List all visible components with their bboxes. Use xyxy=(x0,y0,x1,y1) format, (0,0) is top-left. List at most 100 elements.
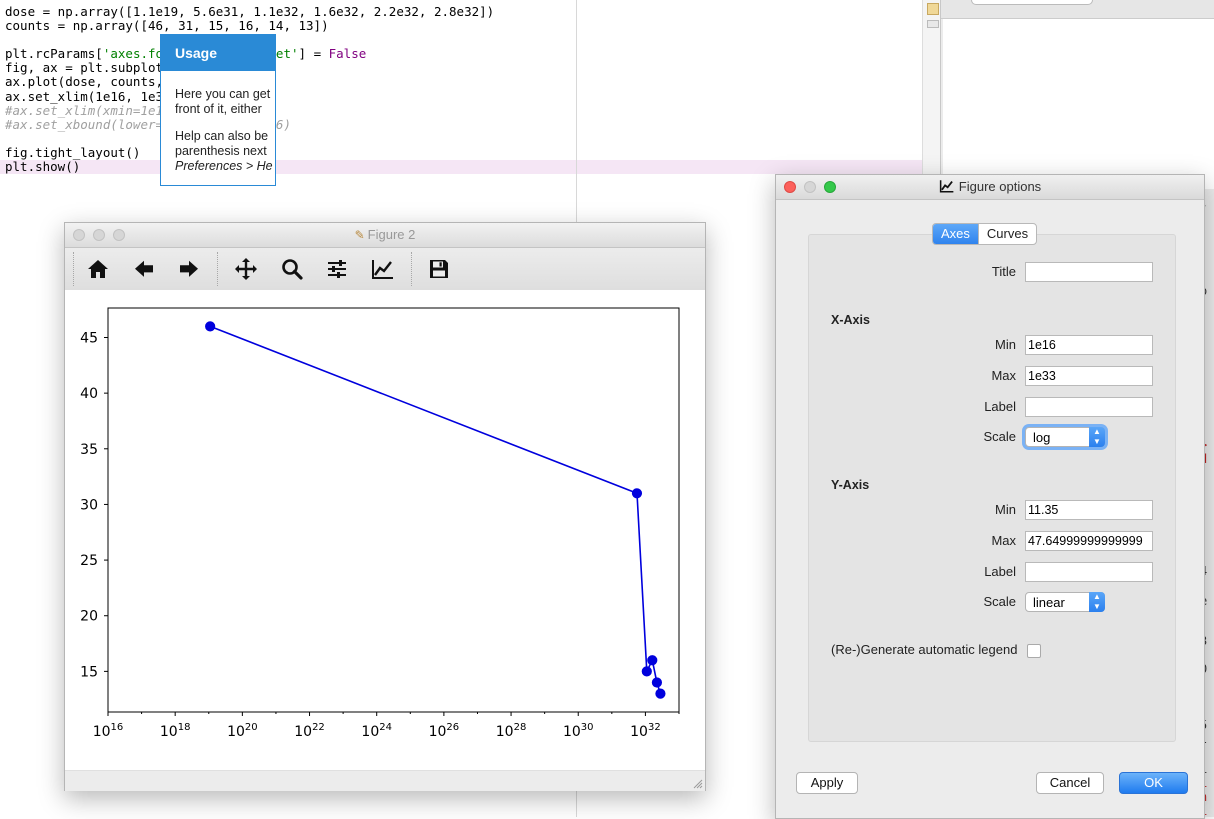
usage-text-line: Help can also be xyxy=(175,129,269,143)
y-label-label: Label xyxy=(984,564,1016,579)
home-icon xyxy=(88,260,108,278)
code-line[interactable]: ax.plot(dose, counts, 'ob-') xyxy=(5,75,922,89)
resize-grip-icon[interactable] xyxy=(693,779,703,789)
plot-canvas[interactable]: 1016 1018 1020 1022 1024 1026 1028 1030 1032 15 20… xyxy=(65,290,705,770)
y-scale-value: linear xyxy=(1033,595,1065,610)
y-label-field[interactable] xyxy=(1025,562,1153,582)
x-min-field[interactable]: 1e16 xyxy=(1025,335,1153,355)
subplots-button[interactable] xyxy=(322,255,352,283)
x-tick-label: 1018 xyxy=(160,722,191,740)
code-line[interactable] xyxy=(5,33,922,47)
save-button[interactable] xyxy=(424,255,454,283)
data-point xyxy=(205,321,216,332)
plot-frame xyxy=(107,307,680,713)
python-app-icon: ✎ xyxy=(354,228,365,242)
dialog-title-bar[interactable]: Figure options xyxy=(776,175,1204,200)
cancel-button[interactable]: Cancel xyxy=(1036,772,1104,794)
help-pane-source-dropdown[interactable] xyxy=(971,0,1093,5)
y-tick-label: 15 xyxy=(80,664,98,680)
x-max-field[interactable]: 1e33 xyxy=(1025,366,1153,386)
apply-button[interactable]: Apply xyxy=(796,772,858,794)
code-line[interactable]: counts = np.array([46, 31, 15, 16, 14, 1… xyxy=(5,18,922,33)
edit-axis-button[interactable] xyxy=(368,255,398,283)
code-line[interactable]: #ax.set_xlim(xmin=1e16, xmax=1e36) xyxy=(5,103,922,118)
code-line[interactable]: fig.tight_layout() xyxy=(5,145,922,160)
y-axis-heading: Y-Axis xyxy=(831,478,870,492)
y-min-field[interactable]: 11.35 xyxy=(1025,500,1153,520)
x-scale-value: log xyxy=(1033,430,1051,445)
home-button[interactable] xyxy=(83,255,113,283)
figure-title: Figure 2 xyxy=(367,227,416,242)
x-tick-label: 1028 xyxy=(496,722,527,740)
figure-status-bar xyxy=(65,770,705,791)
code-line[interactable]: fig, ax = plt.subplots() xyxy=(5,61,922,75)
y-tick-label: 30 xyxy=(80,497,98,513)
x-tick-label: 1032 xyxy=(630,722,661,740)
navigation-toolbar xyxy=(65,248,705,291)
data-point xyxy=(641,666,652,677)
code-line[interactable]: plt.rcParams['axes.formatter.useoffset']… xyxy=(5,47,922,61)
code-line[interactable]: plt.show() xyxy=(0,159,922,175)
magnifier-icon xyxy=(282,259,303,280)
legend-label: (Re-)Generate automatic legend xyxy=(831,642,1018,657)
x-tick-label: 1026 xyxy=(429,722,460,740)
data-point xyxy=(631,488,643,499)
x-max-label: Max xyxy=(991,368,1016,383)
x-tick-label: 1016 xyxy=(93,722,124,740)
toolbar-separator xyxy=(411,252,412,286)
move-icon xyxy=(235,258,257,280)
dialog-title: Figure options xyxy=(958,179,1042,194)
x-label-field[interactable] xyxy=(1025,397,1153,417)
y-tick-label: 40 xyxy=(80,386,98,402)
warning-marker-icon xyxy=(927,3,939,15)
figure-window[interactable]: ✎ Figure 2 1016 1018 1020 1022 1024 1026… xyxy=(64,222,706,791)
x-scale-label: Scale xyxy=(983,429,1016,444)
y-max-field[interactable]: 47.64999999999999 xyxy=(1025,531,1153,551)
line-chart-icon xyxy=(372,260,393,279)
figure-title-bar[interactable]: ✎ Figure 2 xyxy=(65,223,705,248)
y-tick-label: 25 xyxy=(80,553,98,569)
figure-options-dialog[interactable]: Figure options Axes Curves Title X-Axis … xyxy=(775,174,1205,819)
forward-button[interactable] xyxy=(174,255,204,283)
toolbar-separator xyxy=(217,252,218,286)
sliders-icon xyxy=(328,260,346,278)
arrow-left-icon xyxy=(135,260,153,277)
usage-text-line: Preferences > He xyxy=(175,159,273,173)
code-line[interactable]: dose = np.array([1.1e19, 5.6e31, 1.1e32,… xyxy=(5,4,922,19)
usage-text-line: parenthesis next xyxy=(175,144,267,158)
arrow-right-icon xyxy=(180,260,198,277)
x-min-label: Min xyxy=(995,337,1016,352)
pan-button[interactable] xyxy=(231,255,261,283)
back-button[interactable] xyxy=(129,255,159,283)
chart-svg[interactable]: 1016 1018 1020 1022 1024 1026 1028 1030 1032 15 20… xyxy=(65,290,705,770)
legend-checkbox[interactable] xyxy=(1027,644,1041,658)
y-scale-select[interactable]: linear ▲ ▼ xyxy=(1025,592,1105,612)
x-tick-label: 1020 xyxy=(227,722,258,740)
code-line[interactable]: ax.set_xlim(1e16, 1e36) xyxy=(5,89,922,104)
x-scale-select[interactable]: log ▲ ▼ xyxy=(1025,427,1105,447)
title-label: Title xyxy=(991,264,1016,279)
code-lines[interactable]: dose = np.array([1.1e19, 5.6e31, 1.1e32,… xyxy=(0,4,922,175)
tab-bar: Axes Curves xyxy=(932,223,1038,245)
title-field[interactable] xyxy=(1025,262,1153,282)
usage-body: Here you can get front of it, either Help… xyxy=(161,71,275,186)
toolbar-separator xyxy=(73,252,74,286)
usage-panel: Usage Here you can get front of it, eithe… xyxy=(160,34,276,186)
x-tick-label: 1024 xyxy=(361,722,392,740)
tab-curves[interactable]: Curves xyxy=(977,224,1036,244)
usage-text-line: front of it, either xyxy=(175,102,262,116)
scroll-marker-icon xyxy=(927,20,939,28)
tab-axes[interactable]: Axes xyxy=(933,224,978,244)
usage-title: Usage xyxy=(161,35,275,71)
help-pane-toolbar xyxy=(941,0,1214,19)
ok-button[interactable]: OK xyxy=(1119,772,1188,794)
x-axis-heading: X-Axis xyxy=(831,313,870,327)
chevron-updown-icon: ▲ ▼ xyxy=(1089,427,1105,447)
y-tick-label: 20 xyxy=(80,609,98,625)
y-tick-label: 45 xyxy=(80,330,98,346)
y-scale-label: Scale xyxy=(983,594,1016,609)
usage-text-line: Here you can get xyxy=(175,87,271,101)
code-line[interactable]: #ax.set_xbound(lower=1e16, upper=1e36) xyxy=(5,117,922,132)
zoom-rect-button[interactable] xyxy=(277,255,307,283)
code-line[interactable] xyxy=(5,132,922,146)
